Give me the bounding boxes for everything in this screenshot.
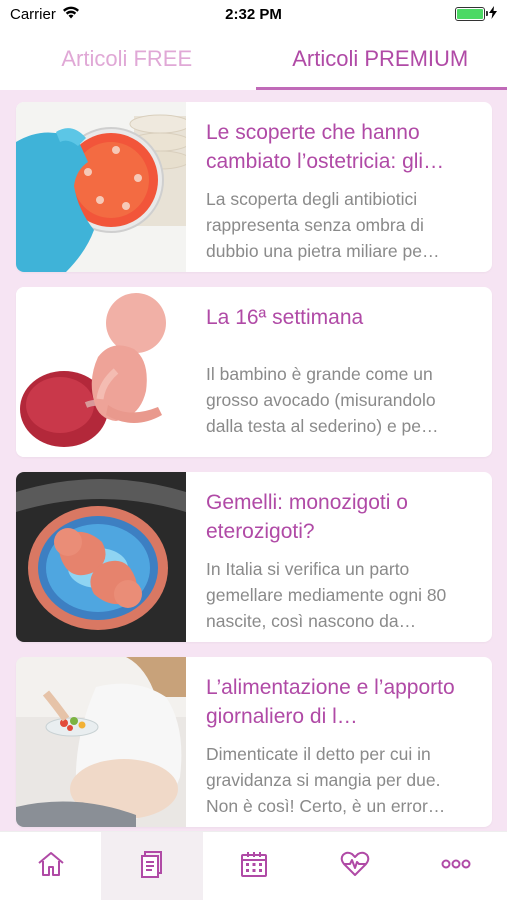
home-icon xyxy=(35,848,67,885)
more-icon xyxy=(440,848,472,885)
article-card[interactable]: Le scoperte che hanno cambiato l’ostetri… xyxy=(16,102,492,272)
article-thumbnail-fetus xyxy=(16,287,186,457)
nav-home[interactable] xyxy=(0,832,101,900)
article-card[interactable]: La 16ª settimana Il bambino è grande com… xyxy=(16,287,492,457)
bottom-nav xyxy=(0,831,507,900)
nav-more[interactable] xyxy=(406,832,507,900)
status-left: Carrier xyxy=(10,6,80,23)
article-card[interactable]: L’alimentazione e l’apporto giornaliero … xyxy=(16,657,492,827)
article-title: Le scoperte che hanno cambiato l’ostetri… xyxy=(206,121,445,173)
status-right xyxy=(455,5,497,23)
article-thumbnail-twins xyxy=(16,472,186,642)
article-text: La 16ª settimana Il bambino è grande com… xyxy=(186,287,492,457)
article-text: L’alimentazione e l’apporto giornaliero … xyxy=(186,657,492,827)
wifi-icon xyxy=(62,6,80,23)
charging-icon xyxy=(489,5,497,23)
status-bar: Carrier 2:32 PM xyxy=(0,0,507,28)
article-excerpt: La scoperta degli antibiotici rappresent… xyxy=(206,189,440,261)
nav-articles[interactable] xyxy=(101,832,203,900)
article-excerpt: Il bambino è grande come un grosso avoca… xyxy=(206,364,439,436)
tab-premium-articles[interactable]: Articoli PREMIUM xyxy=(254,28,507,90)
heart-monitor-icon xyxy=(339,848,371,885)
articles-icon xyxy=(136,848,168,885)
battery-icon xyxy=(455,7,488,21)
calendar-icon xyxy=(238,848,270,885)
article-excerpt: Dimenticate il detto per cui in gravidan… xyxy=(206,744,446,816)
article-card[interactable]: Gemelli: monozigoti o eterozigoti? In It… xyxy=(16,472,492,642)
carrier-label: Carrier xyxy=(10,5,56,23)
article-thumbnail-pregnant-woman xyxy=(16,657,186,827)
article-title: La 16ª settimana xyxy=(206,306,364,329)
article-title: L’alimentazione e l’apporto giornaliero … xyxy=(206,676,455,728)
nav-health[interactable] xyxy=(304,832,405,900)
nav-calendar[interactable] xyxy=(203,832,304,900)
article-list[interactable]: Le scoperte che hanno cambiato l’ostetri… xyxy=(0,90,507,831)
article-title: Gemelli: monozigoti o eterozigoti? xyxy=(206,491,408,543)
article-text: Le scoperte che hanno cambiato l’ostetri… xyxy=(186,102,492,272)
article-excerpt: In Italia si verifica un parto gemellare… xyxy=(206,559,447,631)
article-thumbnail-petri-dish xyxy=(16,102,186,272)
article-tabs: Articoli FREE Articoli PREMIUM xyxy=(0,28,507,90)
article-text: Gemelli: monozigoti o eterozigoti? In It… xyxy=(186,472,492,642)
tab-free-articles[interactable]: Articoli FREE xyxy=(0,28,254,90)
